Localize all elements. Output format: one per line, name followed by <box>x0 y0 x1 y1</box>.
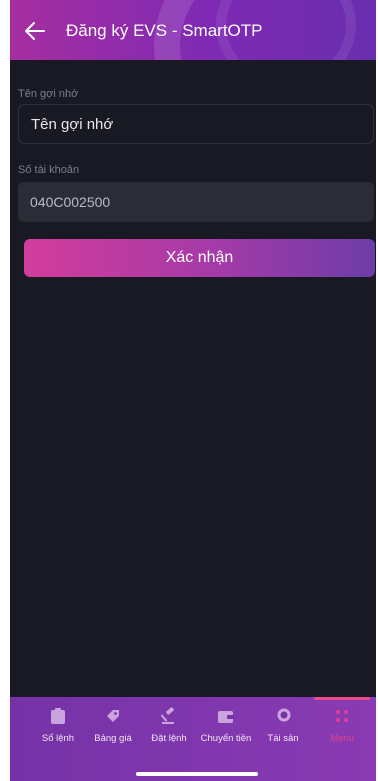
nav-item-dat-lenh[interactable]: Đặt lệnh <box>139 697 199 757</box>
grid-dots-icon <box>333 707 351 725</box>
alias-placeholder: Tên gợi nhớ <box>31 115 114 133</box>
alias-input[interactable]: Tên gợi nhớ <box>18 104 374 144</box>
nav-item-tai-san[interactable]: Tài sản <box>253 697 313 757</box>
gavel-icon <box>160 707 178 725</box>
nav-item-bang-gia[interactable]: Bảng giá <box>83 697 143 757</box>
nav-label: Đặt lệnh <box>151 733 187 744</box>
nav-item-so-lenh[interactable]: Sổ lệnh <box>28 697 88 757</box>
nav-label: Chuyển tiền <box>200 733 252 744</box>
wallet-icon <box>217 707 235 725</box>
account-number-value: 040C002500 <box>30 194 111 210</box>
nav-label: Sổ lệnh <box>41 733 75 744</box>
home-indicator[interactable] <box>136 772 258 776</box>
page-title: Đăng ký EVS - SmartOTP <box>66 21 263 40</box>
app-header: Đăng ký EVS - SmartOTP <box>10 0 376 60</box>
bottom-navigation: Sổ lệnh Bảng giá Đặt lệnh Chuyển tiền Tà… <box>10 697 376 781</box>
nav-label: Bảng giá <box>94 733 132 744</box>
account-number-field: 040C002500 <box>18 182 374 222</box>
tag-icon <box>104 707 122 725</box>
confirm-button-label: Xác nhận <box>165 249 234 266</box>
nav-label: Menu <box>330 733 354 744</box>
nav-item-menu[interactable]: Menu <box>312 697 372 757</box>
back-arrow-icon[interactable] <box>24 21 46 41</box>
coins-icon <box>274 707 292 725</box>
confirm-button[interactable]: Xác nhận <box>24 239 375 277</box>
nav-label: Tài sản <box>267 733 299 744</box>
account-label: Số tài khoản <box>18 164 80 176</box>
screen: Đăng ký EVS - SmartOTP Tên gợi nhớ Tên g… <box>10 0 376 781</box>
alias-label: Tên gợi nhớ <box>18 88 79 100</box>
clipboard-icon <box>49 707 67 725</box>
nav-item-chuyen-tien[interactable]: Chuyển tiền <box>196 697 256 757</box>
